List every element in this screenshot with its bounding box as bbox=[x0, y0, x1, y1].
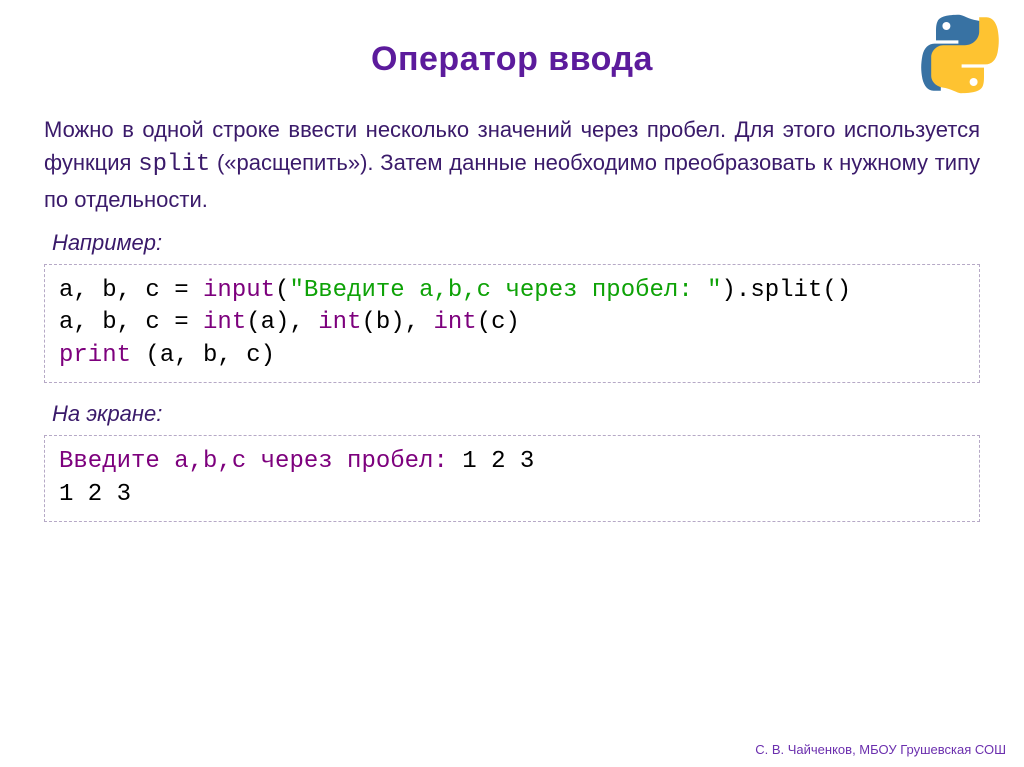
code-keyword: int bbox=[318, 309, 361, 336]
code-text: (c) bbox=[477, 309, 520, 336]
output-result: 1 2 3 bbox=[59, 481, 131, 508]
footer-credit: С. В. Чайченков, МБОУ Грушевская СОШ bbox=[755, 742, 1006, 757]
code-keyword: print bbox=[59, 342, 131, 369]
example-label: Например: bbox=[52, 230, 980, 256]
output-prompt: Введите a,b,c через пробел: bbox=[59, 448, 462, 475]
code-text: (a, b, c) bbox=[131, 342, 275, 369]
code-text: a, b, c = bbox=[59, 277, 203, 304]
description-paragraph: Можно в одной строке ввести несколько зн… bbox=[44, 113, 980, 216]
code-keyword: int bbox=[434, 309, 477, 336]
slide-title: Оператор ввода bbox=[44, 40, 980, 79]
code-string: "Введите a,b,c через пробел: " bbox=[289, 277, 721, 304]
code-text: a, b, c = bbox=[59, 309, 203, 336]
screen-label: На экране: bbox=[52, 401, 980, 427]
code-text: ( bbox=[275, 277, 289, 304]
code-keyword: input bbox=[203, 277, 275, 304]
code-text: (b), bbox=[361, 309, 433, 336]
code-block-2: Введите a,b,c через пробел: 1 2 3 1 2 3 bbox=[44, 435, 980, 522]
python-logo-icon bbox=[916, 10, 1004, 98]
para-mono: split bbox=[138, 151, 210, 178]
code-text: (a), bbox=[246, 309, 318, 336]
output-input: 1 2 3 bbox=[462, 448, 534, 475]
code-keyword: int bbox=[203, 309, 246, 336]
code-block-1: a, b, c = input("Введите a,b,c через про… bbox=[44, 264, 980, 383]
slide: Оператор ввода Можно в одной строке ввес… bbox=[0, 0, 1024, 767]
code-text: ).split() bbox=[722, 277, 852, 304]
